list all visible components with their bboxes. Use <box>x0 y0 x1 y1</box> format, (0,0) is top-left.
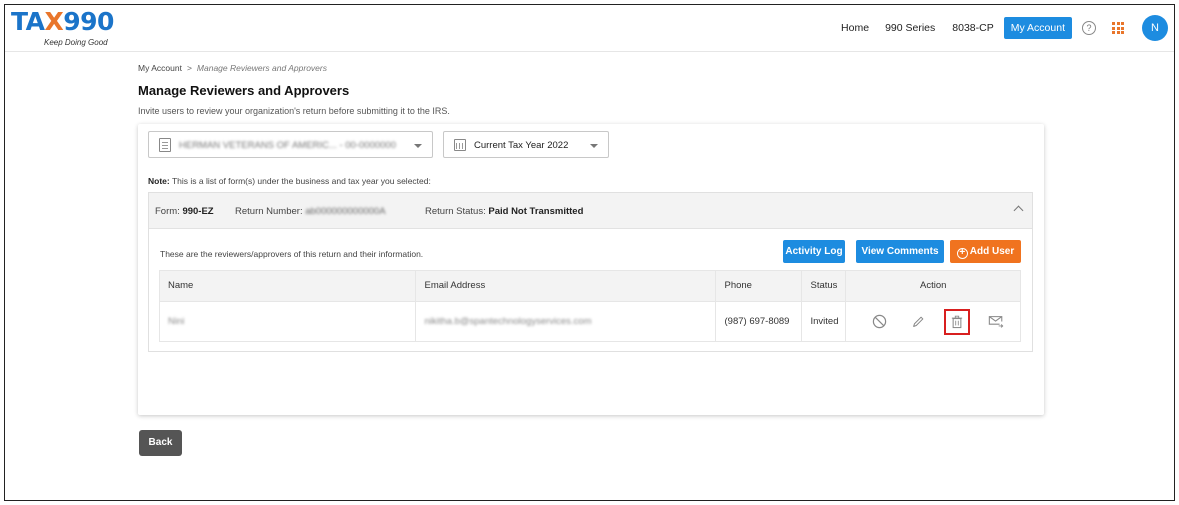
top-nav: Home 990 Series 8038-CP My Account ? N <box>841 14 1168 42</box>
back-button[interactable]: Back <box>139 430 182 456</box>
reviewer-status: Invited <box>800 300 845 342</box>
nav-8038-cp[interactable]: 8038-CP <box>952 22 993 34</box>
form-list-note: Note: This is a list of form(s) under th… <box>148 176 431 186</box>
tax-year-select[interactable]: Current Tax Year 2022 <box>443 131 609 158</box>
help-icon[interactable]: ? <box>1082 21 1096 35</box>
email-forward-icon[interactable] <box>983 309 1009 335</box>
form-panel: Form: 990-EZ Return Number: ab0000000000… <box>148 192 1033 352</box>
organization-select[interactable]: HERMAN VETERANS OF AMERIC... - 00-000000… <box>148 131 433 158</box>
tax-year-value: Current Tax Year 2022 <box>474 140 569 151</box>
chevron-down-icon <box>590 144 598 148</box>
breadcrumb: My Account > Manage Reviewers and Approver… <box>138 63 327 73</box>
breadcrumb-my-account[interactable]: My Account <box>138 63 182 73</box>
building-icon <box>159 138 171 152</box>
page-title: Manage Reviewers and Approvers <box>138 83 350 98</box>
calendar-icon <box>454 139 466 151</box>
organization-value: HERMAN VETERANS OF AMERIC... - 00-000000… <box>179 140 396 151</box>
nav-home[interactable]: Home <box>841 22 869 34</box>
reviewers-card: HERMAN VETERANS OF AMERIC... - 00-000000… <box>138 124 1044 415</box>
column-email: Email Address <box>414 270 715 301</box>
logo-wordmark: TAX990 <box>11 7 114 36</box>
column-status: Status <box>800 270 845 301</box>
nav-990-series[interactable]: 990 Series <box>885 22 935 34</box>
table-row: Nini nikitha.b@spantechnologyservices.co… <box>159 300 1021 342</box>
column-name: Name <box>159 270 415 301</box>
app-window: TAX990 Keep Doing Good Home 990 Series 8… <box>4 4 1175 501</box>
view-comments-button[interactable]: View Comments <box>856 240 944 263</box>
reviewer-actions <box>844 300 1021 342</box>
return-number: Return Number: ab000000000000A <box>235 206 386 217</box>
form-type: Form: 990-EZ <box>155 206 214 217</box>
column-phone: Phone <box>714 270 801 301</box>
add-user-button[interactable]: + Add User <box>950 240 1021 263</box>
breadcrumb-current: Manage Reviewers and Approvers <box>196 63 327 73</box>
reviewers-table: Name Email Address Phone Status Action N… <box>159 270 1021 342</box>
plus-circle-icon: + <box>956 248 968 259</box>
reviewers-intro: These are the reviewers/approvers of thi… <box>160 249 424 259</box>
column-action: Action <box>844 270 1021 301</box>
edit-pencil-icon[interactable] <box>905 309 931 335</box>
return-status: Return Status: Paid Not Transmitted <box>425 206 584 217</box>
trash-icon[interactable] <box>944 308 971 335</box>
table-header-row: Name Email Address Phone Status Action <box>159 270 1021 301</box>
tax990-logo[interactable]: TAX990 Keep Doing Good <box>11 7 114 50</box>
form-panel-header[interactable]: Form: 990-EZ Return Number: ab0000000000… <box>149 193 1032 229</box>
note-label: Note: <box>148 176 170 186</box>
activity-log-button[interactable]: Activity Log <box>783 240 845 263</box>
reviewer-name: Nini <box>159 300 415 342</box>
breadcrumb-separator: > <box>186 63 192 73</box>
user-avatar[interactable]: N <box>1142 15 1168 41</box>
note-text: This is a list of form(s) under the busi… <box>171 176 431 186</box>
apps-grid-icon[interactable] <box>1112 22 1124 34</box>
block-icon[interactable] <box>867 309 893 335</box>
reviewer-phone: (987) 697-8089 <box>714 300 801 342</box>
chevron-down-icon <box>414 144 422 148</box>
page-subtitle: Invite users to review your organization… <box>138 106 450 116</box>
my-account-button[interactable]: My Account <box>1003 17 1072 39</box>
collapse-chevron-up-icon[interactable] <box>1013 205 1024 216</box>
add-user-label: Add User <box>969 246 1015 257</box>
logo-tagline: Keep Doing Good <box>44 38 108 47</box>
reviewer-email: nikitha.b@spantechnologyservices.com <box>414 300 715 342</box>
top-header: TAX990 Keep Doing Good Home 990 Series 8… <box>5 5 1174 52</box>
